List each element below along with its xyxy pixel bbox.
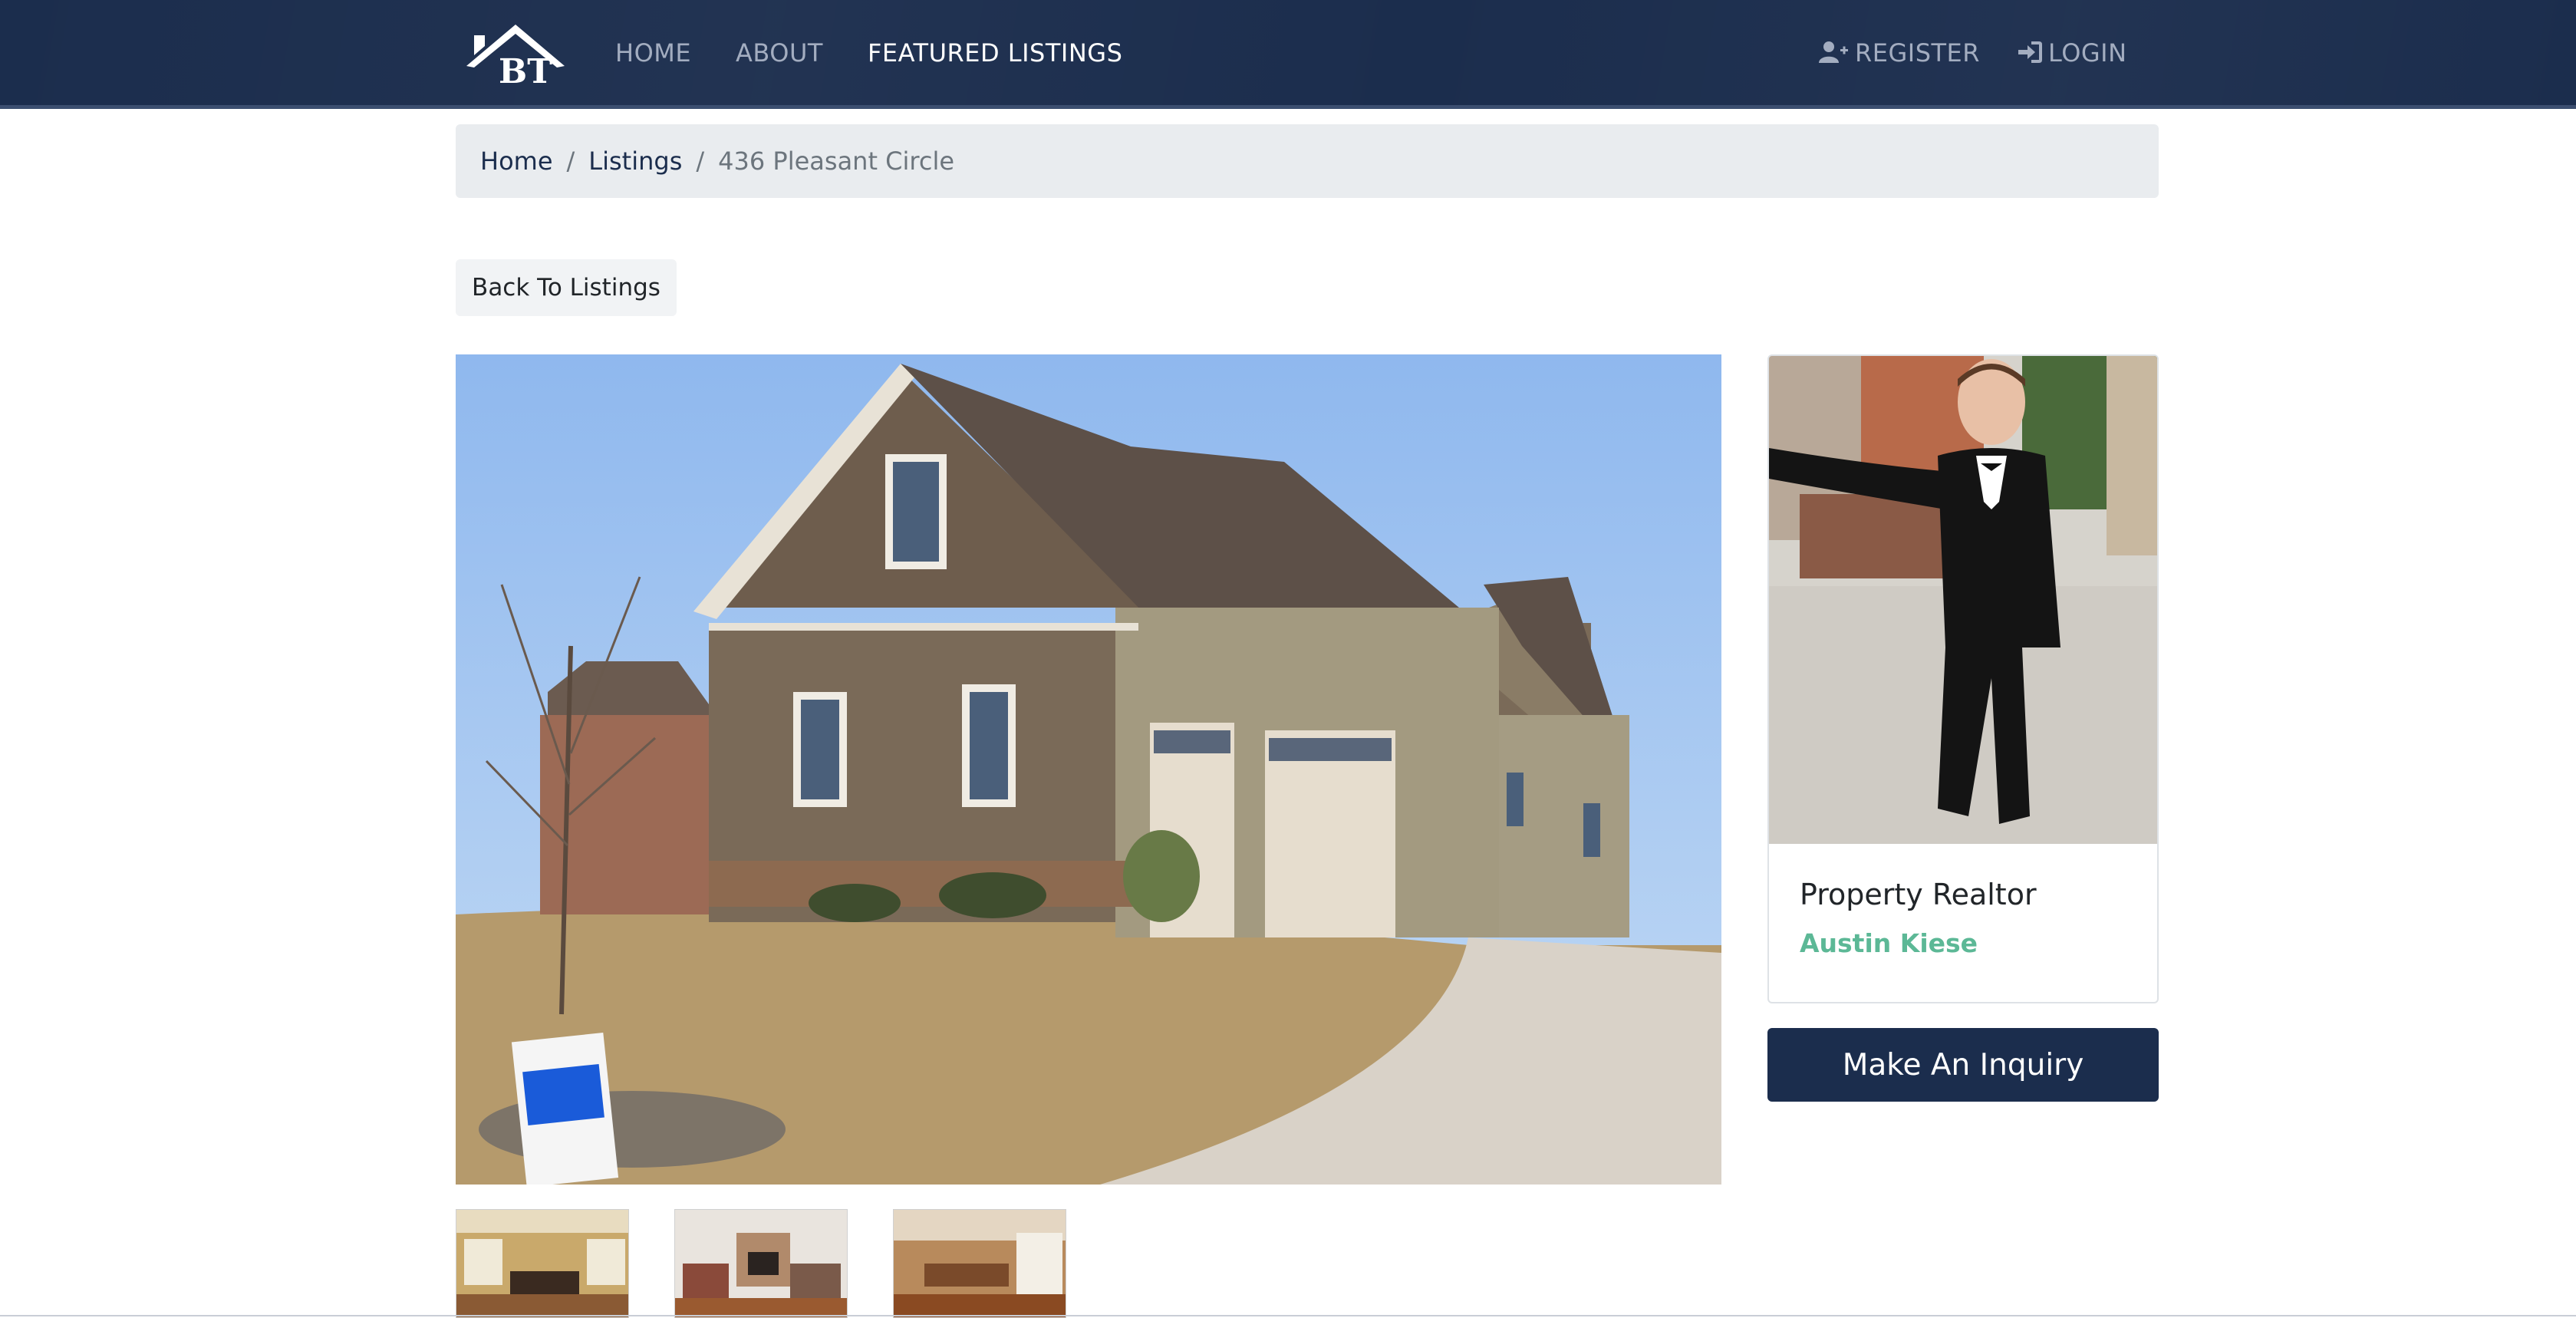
sign-in-icon (2018, 41, 2042, 63)
listing-main-photo[interactable] (456, 354, 1721, 1185)
login-label: LOGIN (2048, 38, 2127, 68)
brand-logo[interactable]: BT (459, 20, 572, 86)
breadcrumb-listings-link[interactable]: Listings (588, 147, 682, 176)
nav-register-link[interactable]: REGISTER (1818, 38, 1980, 68)
logo-text: BT (499, 52, 552, 86)
realtor-portrait-image (1769, 356, 2157, 844)
living-room-photo (675, 1210, 847, 1317)
realtor-card: Property Realtor Austin Kiese (1767, 354, 2159, 1003)
breadcrumb-separator: / (566, 147, 575, 176)
user-plus-icon (1819, 41, 1848, 63)
register-label: REGISTER (1855, 38, 1980, 68)
breadcrumb-separator: / (696, 147, 705, 176)
breadcrumb-home-link[interactable]: Home (480, 147, 553, 176)
breadcrumb-current: 436 Pleasant Circle (718, 147, 955, 176)
back-to-listings-button[interactable]: Back To Listings (456, 259, 677, 316)
house-photo (456, 354, 1721, 1185)
make-inquiry-button[interactable]: Make An Inquiry (1767, 1028, 2159, 1102)
page-bottom-divider (0, 1315, 2576, 1316)
nav-featured-listings-link[interactable]: FEATURED LISTINGS (868, 38, 1122, 68)
nav-login-link[interactable]: LOGIN (2018, 38, 2127, 68)
realtor-photo (1769, 356, 2157, 844)
listing-thumbnail[interactable] (674, 1209, 848, 1318)
listing-thumbnail[interactable] (456, 1209, 629, 1318)
nav-home-link[interactable]: HOME (615, 38, 691, 68)
top-navbar: BT HOME ABOUT FEATURED LISTINGS REGISTER… (0, 0, 2576, 109)
kitchen-photo (894, 1210, 1066, 1317)
realtor-name[interactable]: Austin Kiese (1800, 928, 1978, 958)
realtor-title: Property Realtor (1800, 878, 2037, 911)
breadcrumb: Home / Listings / 436 Pleasant Circle (456, 124, 2159, 198)
nav-about-link[interactable]: ABOUT (736, 38, 823, 68)
billiard-room-photo (456, 1210, 628, 1317)
listing-thumbnail[interactable] (893, 1209, 1066, 1318)
